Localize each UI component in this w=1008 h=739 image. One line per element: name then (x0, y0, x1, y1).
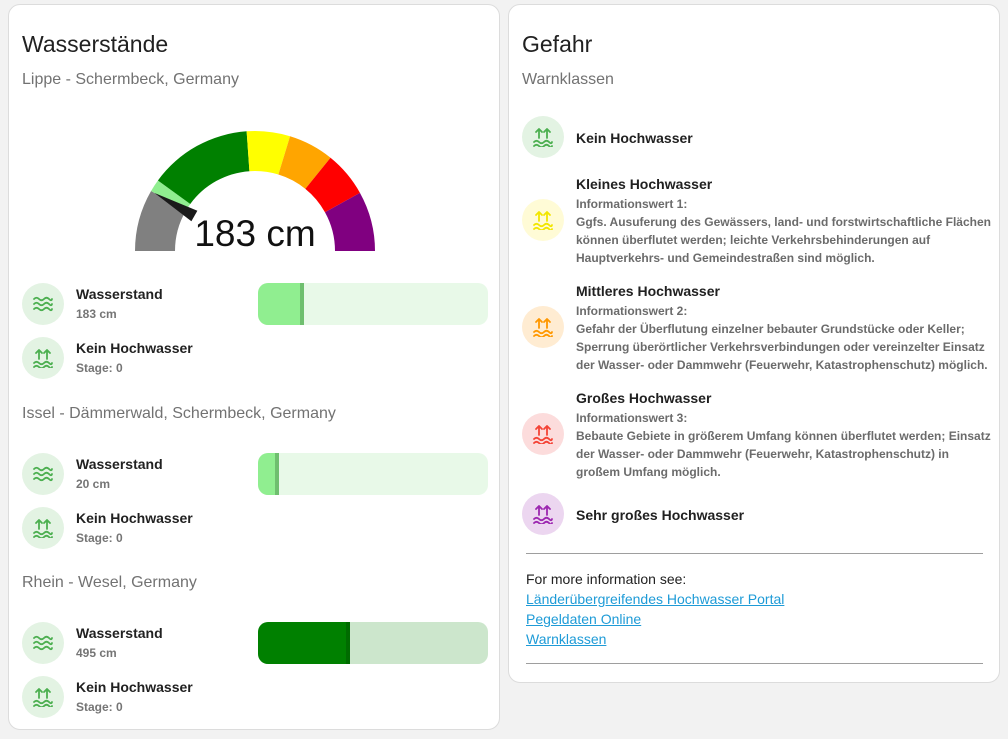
water-level-label: Wasserstand (76, 286, 163, 302)
flood-arrows-icon (522, 116, 564, 158)
warning-class-description: Gefahr der Überflutung einzelner bebaute… (576, 322, 988, 372)
flood-stage-label: Kein Hochwasser (76, 510, 193, 526)
water-levels-card: Wasserstände Lippe - Schermbeck, Germany… (8, 4, 500, 730)
warning-class-info-label: Informationswert 1: (576, 197, 688, 211)
water-level-row[interactable]: Wasserstand 183 cm (22, 283, 492, 327)
station-title-issel: Issel - Dämmerwald, Schermbeck, Germany (22, 405, 336, 422)
warning-class-description: Ggfs. Ausuferung des Gewässers, land- un… (576, 215, 991, 265)
flood-stage-value: Stage: 0 (76, 700, 123, 714)
water-level-bar (258, 622, 488, 664)
card-subtitle: Warnklassen (522, 71, 614, 88)
warning-class-info-label: Informationswert 2: (576, 304, 688, 318)
warning-class-title: Mittleres Hochwasser (576, 283, 720, 299)
more-info-text: For more information see: (526, 571, 687, 587)
water-level-bar-marker (346, 622, 350, 664)
divider (526, 553, 983, 554)
flood-arrows-icon (22, 676, 64, 718)
warning-classes-card: Gefahr Warnklassen Kein Hochwasser Klein… (508, 4, 1000, 683)
flood-stage-value: Stage: 0 (76, 361, 123, 375)
flood-arrows-icon (22, 507, 64, 549)
card-title: Gefahr (522, 31, 593, 57)
gauge-value: 183 cm (194, 213, 316, 254)
water-level-label: Wasserstand (76, 456, 163, 472)
water-level-bar-fill (258, 622, 350, 664)
flood-arrows-icon (522, 413, 564, 455)
water-level-value: 183 cm (76, 307, 117, 321)
divider (526, 663, 983, 664)
warning-class-title: Kein Hochwasser (576, 130, 693, 146)
warning-class-title: Kleines Hochwasser (576, 176, 713, 192)
warning-class-info-label: Informationswert 3: (576, 411, 688, 425)
water-level-bar-marker (300, 283, 304, 325)
flood-stage-label: Kein Hochwasser (76, 679, 193, 695)
station-title-rhein: Rhein - Wesel, Germany (22, 574, 197, 591)
link-warnklassen[interactable]: Warnklassen (526, 631, 606, 647)
flood-stage-row[interactable]: Kein Hochwasser Stage: 0 (22, 507, 492, 551)
water-level-bar-marker (275, 453, 279, 495)
water-level-bar (258, 453, 488, 495)
water-level-value: 20 cm (76, 477, 111, 491)
water-waves-icon (22, 453, 64, 495)
water-waves-icon (22, 622, 64, 664)
link-hochwasser-portal[interactable]: Länderübergreifendes Hochwasser Portal (526, 591, 784, 607)
flood-stage-row[interactable]: Kein Hochwasser Stage: 0 (22, 676, 492, 720)
flood-arrows-icon (522, 493, 564, 535)
water-level-row[interactable]: Wasserstand 20 cm (22, 453, 492, 497)
water-level-bar-fill (258, 283, 304, 325)
water-level-label: Wasserstand (76, 625, 163, 641)
warning-class-description: Bebaute Gebiete in größerem Umfang könne… (576, 429, 991, 479)
water-level-row[interactable]: Wasserstand 495 cm (22, 622, 492, 666)
link-pegeldaten-online[interactable]: Pegeldaten Online (526, 611, 641, 627)
flood-stage-value: Stage: 0 (76, 531, 123, 545)
water-level-value: 495 cm (76, 646, 117, 660)
warning-class-title: Großes Hochwasser (576, 390, 712, 406)
flood-stage-row[interactable]: Kein Hochwasser Stage: 0 (22, 337, 492, 381)
card-title: Wasserstände (22, 31, 169, 57)
water-level-gauge: 183 cm (135, 119, 375, 254)
flood-arrows-icon (522, 306, 564, 348)
water-waves-icon (22, 283, 64, 325)
flood-stage-label: Kein Hochwasser (76, 340, 193, 356)
flood-arrows-icon (522, 199, 564, 241)
station-title-lippe: Lippe - Schermbeck, Germany (22, 71, 239, 88)
water-level-bar (258, 283, 488, 325)
flood-arrows-icon (22, 337, 64, 379)
warning-class-title: Sehr großes Hochwasser (576, 507, 745, 523)
